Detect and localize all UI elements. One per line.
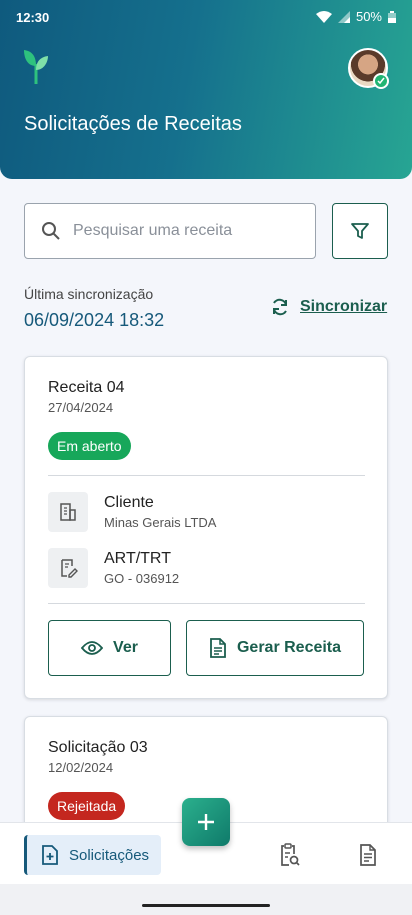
card-date: 27/04/2024: [48, 400, 114, 415]
sync-button[interactable]: Sincronizar: [270, 297, 387, 317]
page-title: Solicitações de Receitas: [24, 113, 242, 135]
add-document-icon: [42, 845, 58, 865]
divider: [48, 603, 365, 604]
nav-item-requests[interactable]: Solicitações: [24, 835, 161, 875]
eye-icon: [81, 641, 104, 655]
card-date: 12/02/2024: [48, 760, 114, 775]
client-value: Minas Gerais LTDA: [104, 515, 217, 530]
search-placeholder: Pesquisar uma receita: [73, 222, 233, 239]
art-label: ART/TRT: [104, 550, 171, 567]
generate-recipe-label: Gerar Receita: [236, 639, 342, 656]
status-badge: Rejeitada: [48, 792, 126, 820]
battery-icon: [388, 10, 396, 23]
battery-percent: 50%: [355, 9, 382, 24]
leaf-logo-icon: [24, 50, 48, 84]
generate-recipe-button[interactable]: Gerar Receita: [186, 620, 364, 676]
sync-button-label: Sincronizar: [300, 298, 388, 315]
sync-label: Última sincronização: [24, 286, 154, 302]
sync-datetime: 06/09/2024 18:32: [24, 310, 165, 330]
document-icon: [210, 638, 226, 658]
divider: [48, 475, 365, 476]
card-title: Solicitação 03: [48, 739, 148, 756]
filter-icon: [351, 223, 369, 239]
search-input[interactable]: Pesquisar uma receita: [24, 203, 316, 259]
document-list-icon[interactable]: [355, 842, 381, 868]
app-header: 12:30 50% Solicitações de Receitas: [0, 0, 412, 179]
search-icon: [42, 222, 60, 240]
wifi-icon: [315, 10, 332, 23]
art-value: GO - 036912: [104, 571, 180, 586]
plus-icon: [198, 814, 214, 830]
clipboard-search-icon[interactable]: [277, 842, 303, 868]
status-icons: 50%: [315, 9, 396, 24]
signal-icon: [337, 10, 350, 23]
status-time: 12:30: [16, 10, 50, 25]
view-button-label: Ver: [113, 639, 138, 656]
refresh-icon: [273, 298, 287, 316]
check-badge-icon: [373, 73, 389, 89]
view-button[interactable]: Ver: [48, 620, 171, 676]
status-bar: 12:30 50%: [0, 0, 412, 34]
nav-item-requests-label: Solicitações: [69, 846, 150, 864]
document-edit-icon: [48, 548, 88, 588]
add-button[interactable]: [182, 798, 230, 846]
system-gesture-area: [0, 884, 412, 915]
building-icon: [48, 492, 88, 532]
home-gesture-bar[interactable]: [142, 904, 270, 907]
status-badge: Em aberto: [48, 432, 131, 460]
recipe-card[interactable]: Receita 04 27/04/2024 Em aberto Cliente …: [24, 356, 388, 699]
client-label: Cliente: [104, 494, 154, 511]
filter-button[interactable]: [332, 203, 388, 259]
card-title: Receita 04: [48, 379, 125, 396]
